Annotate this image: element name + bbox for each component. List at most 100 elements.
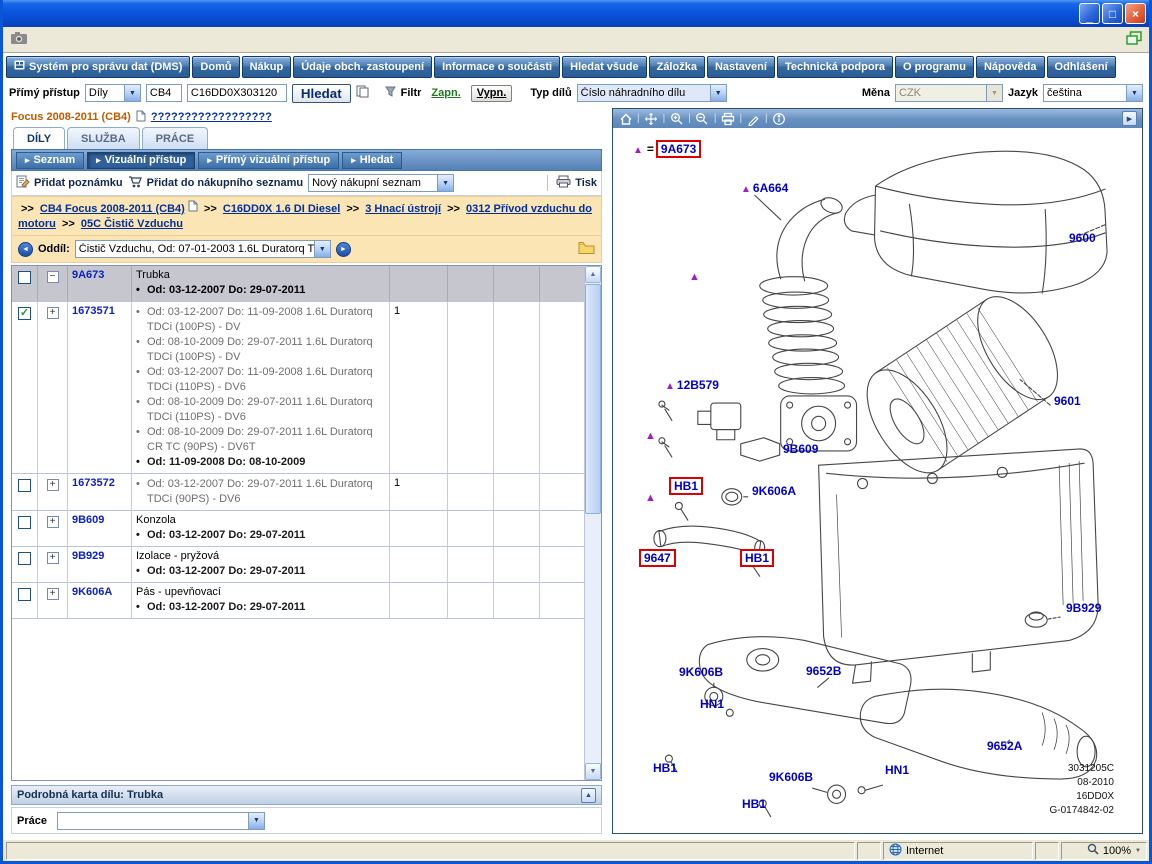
breadcrumb-group-link[interactable]: 3 Hnací ústrojí xyxy=(365,203,441,215)
diagram-label-9652A[interactable]: 9652A xyxy=(987,739,1022,753)
part-number-link[interactable]: 9K606A xyxy=(72,586,112,598)
view-direct-visual-button[interactable]: ▸Přímý vizuální přístup xyxy=(198,152,339,169)
zoom-out-icon[interactable] xyxy=(695,111,710,126)
diagram-label-HB1[interactable]: HB1 xyxy=(740,549,774,567)
tab-labour[interactable]: PRÁCE xyxy=(142,127,209,149)
table-row-9K606A[interactable]: + 9K606A Pás - upevňovací •Od: 03-12-200… xyxy=(12,583,584,619)
diagram-label-9K606B[interactable]: 9K606B xyxy=(769,770,813,784)
nav-about-button[interactable]: O programu xyxy=(895,56,974,78)
table-row-1673572[interactable]: + 1673572 •Od: 03-12-2007 Do: 29-07-2011… xyxy=(12,474,584,511)
camera-icon[interactable] xyxy=(10,31,28,48)
zoom-control[interactable]: 100% ▼ xyxy=(1061,842,1147,860)
breadcrumb-vehicle-link[interactable]: CB4 Focus 2008-2011 (CB4) xyxy=(40,203,185,215)
scroll-down-button[interactable]: ▼ xyxy=(585,763,601,780)
diagram-label-HN1[interactable]: HN1 xyxy=(885,763,909,777)
tab-parts[interactable]: DÍLY xyxy=(13,127,65,149)
diagram-label-9B609[interactable]: 9B609 xyxy=(783,442,818,456)
vehicle-code-input[interactable] xyxy=(146,84,182,102)
nav-purchase-button[interactable]: Nákup xyxy=(242,56,292,78)
nav-dms-button[interactable]: Systém pro správu dat (DMS) xyxy=(6,56,190,78)
add-to-shopping-list-button[interactable]: Přidat do nákupního seznamu xyxy=(128,175,303,191)
table-row-9A673[interactable]: − 9A673 Trubka •Od: 03-12-2007 Do: 29-07… xyxy=(12,266,584,302)
document-icon[interactable] xyxy=(136,110,146,125)
nav-help-button[interactable]: Nápověda xyxy=(976,56,1045,78)
diagram-label-HB1[interactable]: HB1 xyxy=(653,761,677,775)
annotate-pen-icon[interactable] xyxy=(746,111,761,126)
nav-search-all-button[interactable]: Hledat všude xyxy=(562,56,646,78)
category-dropdown[interactable]: Díly▼ xyxy=(85,84,141,102)
diagram-label-9600[interactable]: 9600 xyxy=(1069,231,1096,245)
row-checkbox[interactable] xyxy=(18,552,31,565)
table-row-9B929[interactable]: + 9B929 Izolace - pryžová •Od: 03-12-200… xyxy=(12,547,584,583)
pan-icon[interactable] xyxy=(644,111,659,126)
diagram-label-9652B[interactable]: 9652B xyxy=(806,664,841,678)
collapse-group-button[interactable]: − xyxy=(47,271,59,283)
add-note-button[interactable]: Přidat poznámku xyxy=(16,175,123,191)
close-button[interactable]: × xyxy=(1125,3,1146,24)
scrollbar-thumb[interactable] xyxy=(585,284,601,514)
maximize-button[interactable]: □ xyxy=(1102,3,1123,24)
section-dropdown[interactable]: Čistič Vzduchu, Od: 07-01-2003 1.6L Dura… xyxy=(75,240,331,258)
previous-section-button[interactable]: ◄ xyxy=(18,242,33,257)
row-checkbox[interactable] xyxy=(18,516,31,529)
part-number-link[interactable]: 1673572 xyxy=(72,477,115,489)
table-row-9B609[interactable]: + 9B609 Konzola •Od: 03-12-2007 Do: 29-0… xyxy=(12,511,584,547)
vin-link[interactable]: ?????????????????? xyxy=(151,111,272,123)
nav-dealer-data-button[interactable]: Údaje obch. zastoupení xyxy=(293,56,432,78)
diagram-label-HB1[interactable]: HB1 xyxy=(669,477,703,495)
home-icon[interactable] xyxy=(618,111,633,126)
row-checkbox-checked[interactable]: ✓ xyxy=(18,307,31,320)
expand-row-button[interactable]: + xyxy=(47,588,59,600)
expand-panel-button[interactable]: ▶ xyxy=(1122,111,1137,126)
part-number-link[interactable]: 1673571 xyxy=(72,305,115,317)
diagram-label-9A673[interactable]: 9A673 xyxy=(656,140,701,158)
part-type-dropdown[interactable]: Číslo náhradního dílu▼ xyxy=(577,84,727,102)
diagram-label-9601[interactable]: 9601 xyxy=(1054,394,1081,408)
table-scrollbar[interactable]: ▲ ▼ xyxy=(584,266,601,780)
diagram-label-HB1[interactable]: HB1 xyxy=(742,797,766,811)
table-row-1673571[interactable]: ✓ + 1673571 •Od: 03-12-2007 Do: 11-09-20… xyxy=(12,302,584,474)
diagram-label-12B579[interactable]: ▲12B579 xyxy=(665,378,719,392)
language-dropdown[interactable]: čeština▼ xyxy=(1043,84,1143,102)
breadcrumb-section-link[interactable]: 05C Čistič Vzduchu xyxy=(81,218,183,230)
nav-logout-button[interactable]: Odhlášení xyxy=(1047,56,1116,78)
part-number-link[interactable]: 9B929 xyxy=(72,550,104,562)
next-section-button[interactable]: ► xyxy=(336,242,351,257)
nav-settings-button[interactable]: Nastavení xyxy=(707,56,775,78)
print-diagram-icon[interactable] xyxy=(720,111,735,126)
scroll-up-button[interactable]: ▲ xyxy=(585,266,601,283)
expand-row-button[interactable]: + xyxy=(47,307,59,319)
copy-pages-icon[interactable] xyxy=(356,85,369,101)
view-visual-button[interactable]: ▸Vizuální přístup xyxy=(87,152,195,169)
search-button[interactable]: Hledat xyxy=(292,84,351,103)
restore-page-icon[interactable] xyxy=(1126,31,1142,48)
shopping-list-dropdown[interactable]: Nový nákupní seznam▼ xyxy=(308,174,454,192)
nav-support-button[interactable]: Technická podpora xyxy=(777,56,893,78)
currency-dropdown[interactable]: CZK▼ xyxy=(895,84,1003,102)
filter-off-toggle[interactable]: Vypn. xyxy=(471,85,513,102)
diagram-label-6A664[interactable]: ▲6A664 xyxy=(741,181,788,195)
part-code-input[interactable] xyxy=(187,84,287,102)
info-icon[interactable] xyxy=(772,111,787,126)
row-checkbox[interactable] xyxy=(18,271,31,284)
nav-home-button[interactable]: Domů xyxy=(192,56,239,78)
expand-row-button[interactable]: + xyxy=(47,552,59,564)
diagram-label-9647[interactable]: 9647 xyxy=(639,549,676,567)
tab-service[interactable]: SLUŽBA xyxy=(67,127,140,149)
view-list-button[interactable]: ▸Seznam xyxy=(16,152,84,169)
folder-icon[interactable] xyxy=(578,241,595,257)
breadcrumb-engine-link[interactable]: C16DD0X 1.6 DI Diesel xyxy=(223,203,340,215)
row-checkbox[interactable] xyxy=(18,479,31,492)
collapse-panel-button[interactable]: ▲ xyxy=(581,788,596,803)
part-number-link[interactable]: 9A673 xyxy=(72,269,104,281)
labour-dropdown[interactable]: ▼ xyxy=(57,812,265,830)
expand-row-button[interactable]: + xyxy=(47,479,59,491)
row-checkbox[interactable] xyxy=(18,588,31,601)
diagram-label-9K606B[interactable]: 9K606B xyxy=(679,665,723,679)
filter-on-toggle[interactable]: Zapn. xyxy=(426,85,465,102)
view-search-button[interactable]: ▸Hledat xyxy=(342,152,402,169)
nav-part-info-button[interactable]: Informace o součásti xyxy=(434,56,560,78)
diagram-label-HN1[interactable]: HN1 xyxy=(700,697,724,711)
nav-bookmark-button[interactable]: Záložka xyxy=(649,56,705,78)
diagram-label-9K606A[interactable]: 9K606A xyxy=(752,484,796,498)
